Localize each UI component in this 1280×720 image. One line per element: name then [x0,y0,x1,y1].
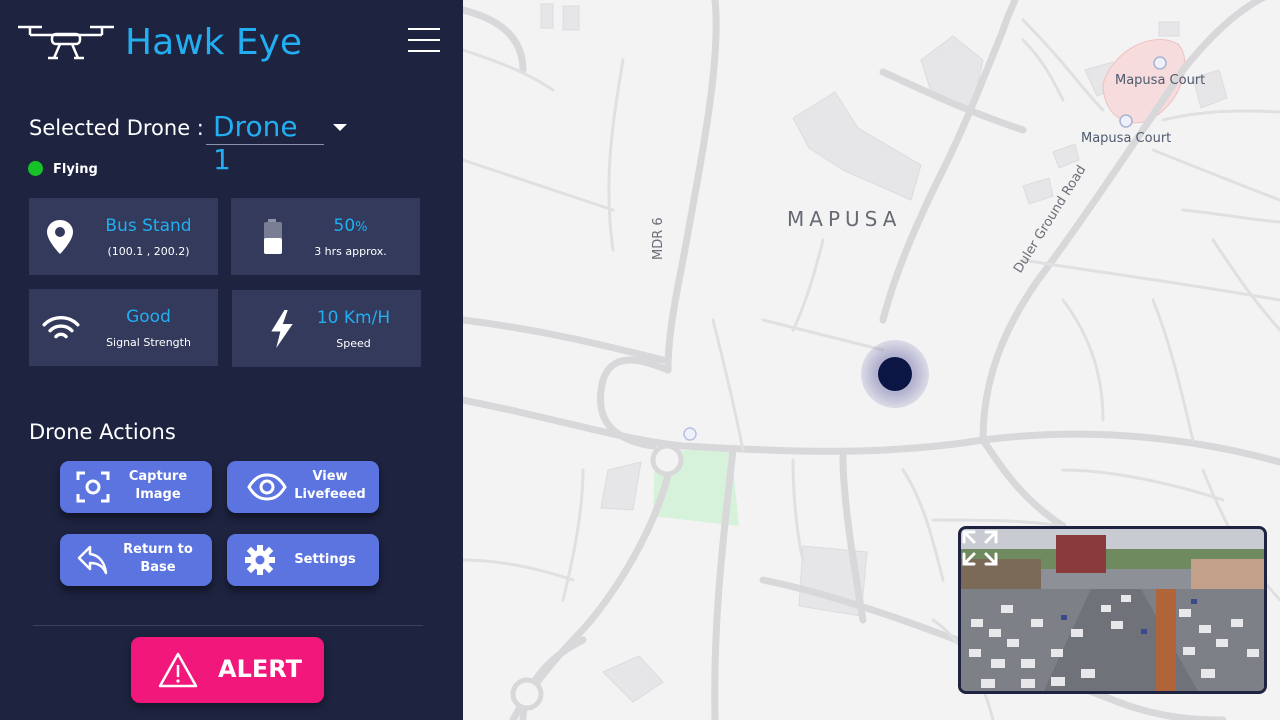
eye-icon [247,473,287,501]
return-line1: Return to [123,542,193,557]
battery-unit: % [355,220,368,235]
signal-card: Good Signal Strength [29,289,218,366]
map-road-label-mdr: MDR 6 [651,217,666,260]
drone-select-value: Drone 1 [213,110,298,176]
return-to-base-button[interactable]: Return to Base [60,534,212,586]
wifi-icon [42,316,80,339]
drone-marker-core [878,357,912,391]
map-court-label-1[interactable]: Mapusa Court [1115,73,1205,88]
speed-label: Speed [336,337,371,350]
return-line2: Base [140,560,176,575]
location-pin-icon [47,220,73,254]
capture-image-label: Capture Image [110,468,206,504]
battery-card: 50% 3 hrs approx. [231,198,420,275]
location-coordinates: (100.1 , 200.2) [107,245,190,258]
signal-value: Good [126,307,171,327]
battery-value: 50% [281,216,420,236]
battery-percent: 50 [333,216,356,236]
return-to-base-label: Return to Base [110,541,206,577]
live-feed-preview[interactable] [958,526,1267,694]
map-court-label-2[interactable]: Mapusa Court [1081,131,1171,146]
status-indicator-dot [28,161,43,176]
location-card: Bus Stand (100.1 , 200.2) [29,198,218,275]
speed-value: 10 Km/H [316,308,391,328]
capture-line1: Capture [128,469,188,484]
expand-icon[interactable] [961,529,999,567]
livefeed-line2: Livefeeed [294,487,366,502]
alert-button[interactable]: ALERT [131,637,324,703]
capture-image-button[interactable]: Capture Image [60,461,212,513]
sidebar: Hawk Eye Selected Drone : Drone 1 Flying… [0,0,463,720]
hamburger-menu-icon[interactable] [408,28,440,56]
speed-card: 10 Km/H Speed [232,290,421,367]
map-view[interactable]: MAPUSA Mapusa Court Mapusa Court MDR 6 D… [463,0,1280,720]
sidebar-divider [33,625,423,626]
settings-label: Settings [294,552,356,567]
chevron-down-icon[interactable] [333,124,347,131]
location-value: Bus Stand [105,216,192,236]
drone-location-marker[interactable] [861,340,929,408]
live-feed-image [961,529,1264,691]
livefeed-line1: View [312,469,348,484]
map-place-label: MAPUSA [787,207,902,231]
view-livefeed-button[interactable]: View Livefeeed [227,461,379,513]
return-arrow-icon [77,545,108,575]
alert-label: ALERT [218,655,303,683]
app-title: Hawk Eye [125,22,303,63]
signal-label: Signal Strength [106,336,191,349]
warning-triangle-icon [158,652,198,688]
status-text: Flying [53,162,98,177]
gear-icon [245,545,275,575]
drone-actions-title: Drone Actions [29,420,176,444]
view-livefeed-label: View Livefeeed [287,468,373,504]
camera-focus-icon [76,471,110,503]
drone-select[interactable]: Drone 1 [206,108,324,176]
drone-logo-icon [18,25,114,60]
capture-line2: Image [135,487,181,502]
selected-drone-label: Selected Drone : [29,116,204,140]
battery-estimate: 3 hrs approx. [314,245,387,258]
settings-button[interactable]: Settings [227,534,379,586]
